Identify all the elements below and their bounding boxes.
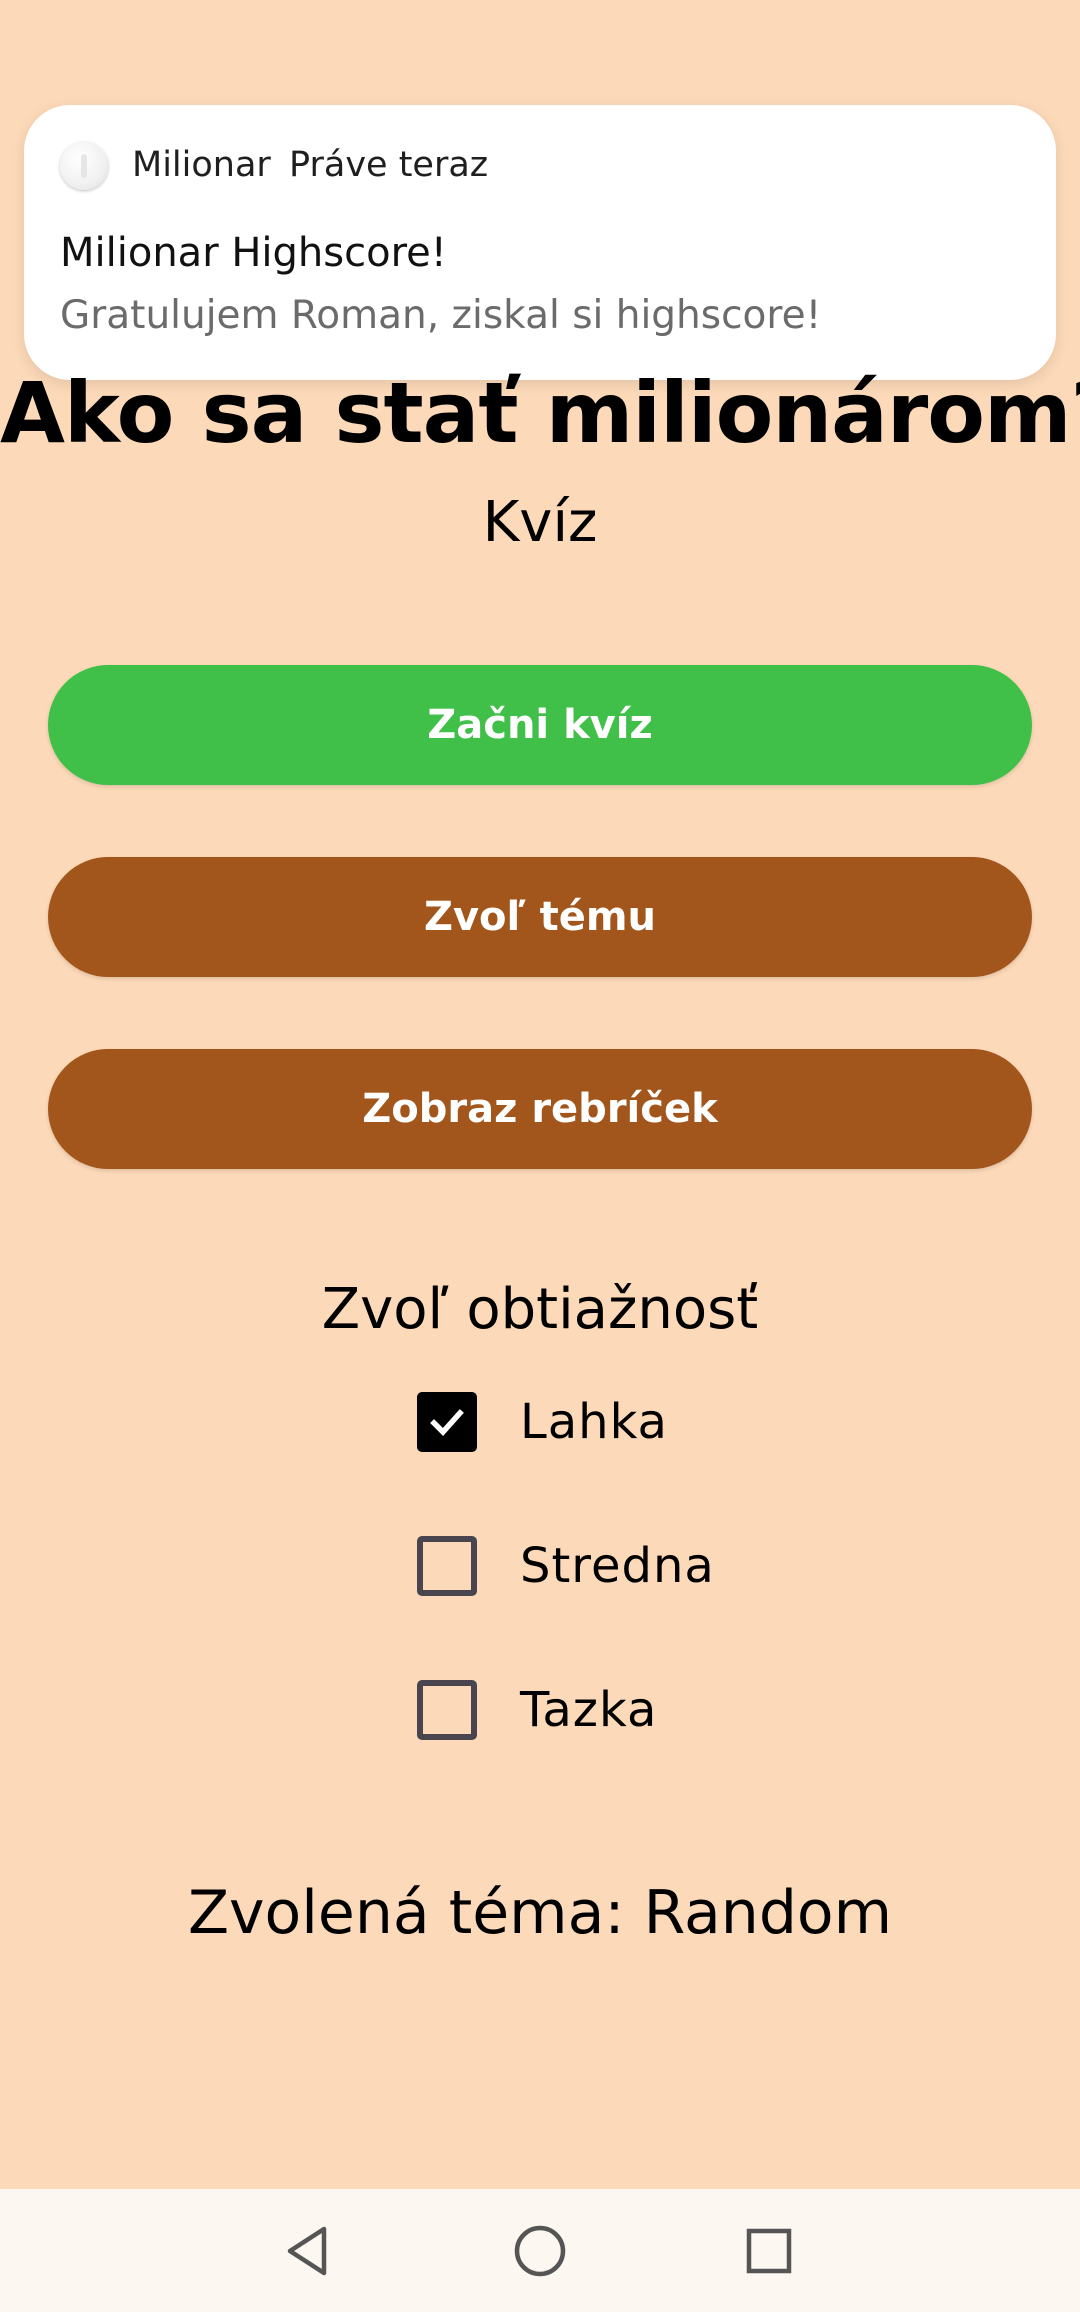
checkmark-icon — [430, 1409, 464, 1437]
page-subtitle: Kvíz — [482, 490, 598, 555]
home-circle-icon — [514, 2225, 566, 2276]
checkbox-unchecked[interactable] — [417, 1680, 477, 1740]
choose-topic-button[interactable]: Zvoľ tému — [48, 857, 1032, 977]
difficulty-option-stredna[interactable]: Stredna — [417, 1536, 715, 1596]
option-label: Stredna — [520, 1538, 715, 1594]
leaderboard-button[interactable]: Zobraz rebríček — [48, 1049, 1032, 1169]
difficulty-option-tazka[interactable]: Tazka — [417, 1680, 657, 1740]
difficulty-option-lahka[interactable]: Lahka — [417, 1392, 668, 1452]
checkbox-checked[interactable] — [417, 1392, 477, 1452]
option-label: Tazka — [520, 1682, 658, 1738]
option-label: Lahka — [520, 1394, 668, 1450]
system-navigation-bar — [0, 2189, 1080, 2312]
notification-body: Gratulujem Roman, ziskal si highscore! — [60, 293, 822, 338]
recents-button[interactable] — [709, 2189, 829, 2312]
chosen-topic-label: Zvolená téma: Random — [187, 1878, 893, 1948]
notification-app-name: Milionar — [132, 145, 271, 185]
notification-card[interactable]: Milionar Práve teraz Milionar Highscore!… — [24, 105, 1056, 380]
notification-time: Práve teraz — [289, 145, 489, 185]
app-icon — [60, 142, 108, 190]
recents-square-icon — [746, 2228, 792, 2273]
home-button[interactable] — [480, 2189, 600, 2312]
back-triangle-icon — [287, 2226, 327, 2275]
page-title: Ako sa stať milionárom? — [0, 364, 1080, 462]
notification-title: Milionar Highscore! — [60, 230, 447, 276]
start-quiz-button[interactable]: Začni kvíz — [48, 665, 1032, 785]
difficulty-title: Zvoľ obtiažnosť — [321, 1277, 759, 1342]
checkbox-unchecked[interactable] — [417, 1536, 477, 1596]
back-button[interactable] — [248, 2189, 368, 2312]
